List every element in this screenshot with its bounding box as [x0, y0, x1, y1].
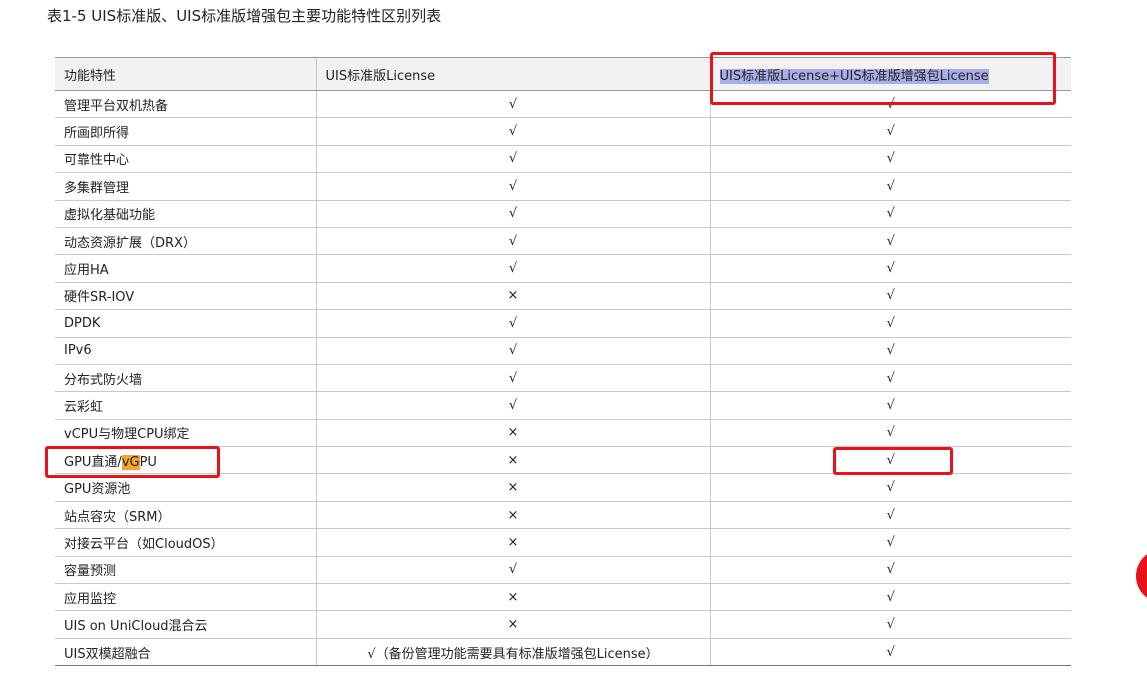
enhanced-support-cell: √ [709, 145, 1071, 174]
table-row: 分布式防火墙 √ √ [55, 364, 1071, 393]
enhanced-support-cell: √ [709, 556, 1071, 585]
table-row: 动态资源扩展（DRX） √ √ [55, 227, 1071, 256]
enhanced-support-cell: √ [709, 638, 1071, 667]
table-row: 站点容灾（SRM） × √ [55, 501, 1071, 530]
feature-cell: 分布式防火墙 [55, 364, 316, 393]
standard-support-cell: √ [315, 145, 710, 174]
feature-text: GPU直通/ [64, 454, 122, 470]
selected-text-highlight[interactable]: UIS标准版License+UIS标准版增强包License [719, 69, 989, 84]
enhanced-support-cell: √ [709, 227, 1071, 256]
feature-cell: 虚拟化基础功能 [55, 200, 316, 228]
standard-support-cell: √ [315, 227, 710, 256]
feature-cell: 动态资源扩展（DRX） [55, 227, 316, 256]
feature-cell: UIS双模超融合 [55, 638, 316, 667]
table-row: IPv6 √ √ [55, 337, 1071, 365]
table-row: DPDK √ √ [55, 309, 1071, 338]
enhanced-support-cell: √ [709, 172, 1071, 201]
table-caption: 表1-5 UIS标准版、UIS标准版增强包主要功能特性区别列表 [47, 7, 442, 25]
enhanced-support-cell: √ [709, 419, 1071, 448]
table-row: vCPU与物理CPU绑定 × √ [55, 419, 1071, 448]
table-row: 虚拟化基础功能 √ √ [55, 200, 1071, 228]
standard-support-cell: √ [315, 556, 710, 585]
enhanced-support-cell: √ [709, 117, 1071, 146]
standard-support-cell: √ [315, 391, 710, 420]
table-header-row: 功能特性 UIS标准版License UIS标准版License+UIS标准版增… [55, 57, 1071, 91]
table-row: UIS双模超融合 √（备份管理功能需要具有标准版增强包License） √ [55, 638, 1071, 667]
standard-support-cell: √ [315, 254, 710, 283]
feature-cell: 所画即所得 [55, 117, 316, 146]
table-row: UIS on UniCloud混合云 × √ [55, 610, 1071, 639]
search-match-highlight: vG [121, 454, 140, 470]
floating-red-circle[interactable] [1136, 549, 1147, 603]
enhanced-support-cell: √ [709, 446, 1071, 475]
enhanced-support-cell: √ [709, 610, 1071, 639]
feature-cell: 应用HA [55, 254, 316, 283]
table-row: GPU资源池 × √ [55, 473, 1071, 502]
feature-cell: 管理平台双机热备 [55, 90, 316, 119]
table-row: 硬件SR-IOV × √ [55, 282, 1071, 311]
standard-support-cell: √ [315, 200, 710, 228]
enhanced-support-cell: √ [709, 309, 1071, 338]
standard-support-cell: × [315, 501, 710, 530]
enhanced-support-cell: √ [709, 200, 1071, 228]
standard-support-cell: √ [315, 90, 710, 119]
feature-cell: 可靠性中心 [55, 145, 316, 174]
feature-cell: IPv6 [55, 337, 316, 365]
standard-support-cell: × [315, 419, 710, 448]
table-row: GPU直通/vGPU × √ [55, 446, 1071, 475]
enhanced-support-cell: √ [709, 337, 1071, 365]
standard-support-cell: × [315, 282, 710, 311]
standard-support-cell: × [315, 528, 710, 557]
standard-support-cell: √ [315, 337, 710, 365]
feature-cell: DPDK [55, 309, 316, 338]
standard-support-cell: × [315, 610, 710, 639]
feature-cell: 对接云平台（如CloudOS） [55, 528, 316, 557]
enhanced-support-cell: √ [709, 282, 1071, 311]
table-row: 容量预测 √ √ [55, 556, 1071, 585]
feature-text: PU [139, 454, 157, 470]
table-row: 可靠性中心 √ √ [55, 145, 1071, 174]
feature-cell: UIS on UniCloud混合云 [55, 610, 316, 639]
standard-support-cell: √ [315, 117, 710, 146]
enhanced-support-cell: √ [709, 90, 1071, 119]
enhanced-support-cell: √ [709, 528, 1071, 557]
table-row: 云彩虹 √ √ [55, 391, 1071, 420]
enhanced-support-cell: √ [709, 364, 1071, 393]
standard-support-cell: √（备份管理功能需要具有标准版增强包License） [315, 638, 710, 667]
standard-support-cell: × [315, 583, 710, 612]
table-row: 应用HA √ √ [55, 254, 1071, 283]
table-row: 多集群管理 √ √ [55, 172, 1071, 201]
feature-cell: 容量预测 [55, 556, 316, 585]
enhanced-support-cell: √ [709, 501, 1071, 530]
feature-comparison-table: 功能特性 UIS标准版License UIS标准版License+UIS标准版增… [55, 57, 1071, 667]
feature-cell: 站点容灾（SRM） [55, 501, 316, 530]
enhanced-support-cell: √ [709, 391, 1071, 420]
header-standard-license: UIS标准版License [315, 57, 710, 91]
standard-support-cell: × [315, 446, 710, 475]
feature-cell: 云彩虹 [55, 391, 316, 420]
enhanced-support-cell: √ [709, 473, 1071, 502]
feature-cell: 硬件SR-IOV [55, 282, 316, 311]
table-row: 所画即所得 √ √ [55, 117, 1071, 146]
feature-cell: GPU资源池 [55, 473, 316, 502]
feature-cell: 多集群管理 [55, 172, 316, 201]
table-row: 管理平台双机热备 √ √ [55, 90, 1071, 119]
header-enhanced-license[interactable]: UIS标准版License+UIS标准版增强包License [709, 57, 1071, 91]
standard-support-cell: √ [315, 309, 710, 338]
feature-cell: vCPU与物理CPU绑定 [55, 419, 316, 448]
header-feature: 功能特性 [55, 57, 316, 91]
standard-support-cell: × [315, 473, 710, 502]
enhanced-support-cell: √ [709, 583, 1071, 612]
standard-support-cell: √ [315, 172, 710, 201]
feature-cell: 应用监控 [55, 583, 316, 612]
standard-support-cell: √ [315, 364, 710, 393]
table-row: 对接云平台（如CloudOS） × √ [55, 528, 1071, 557]
feature-cell: GPU直通/vGPU [55, 446, 316, 475]
enhanced-support-cell: √ [709, 254, 1071, 283]
table-row: 应用监控 × √ [55, 583, 1071, 612]
